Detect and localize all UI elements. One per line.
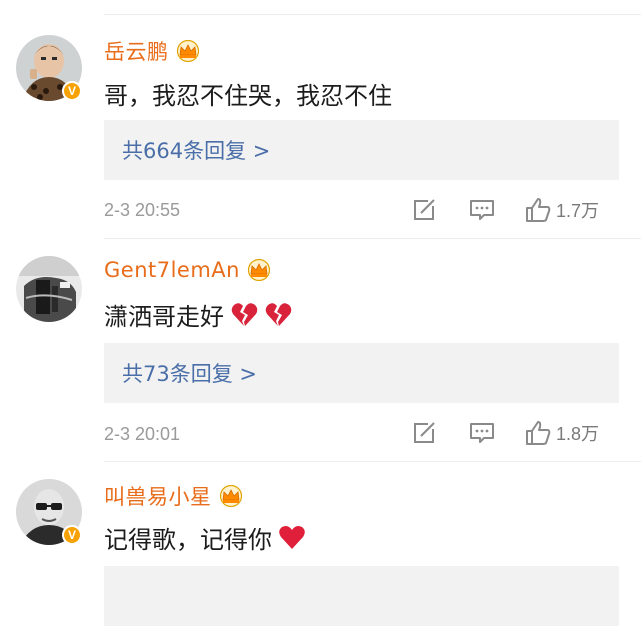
broken-heart-icon bbox=[231, 302, 258, 326]
comment-text-content: 哥，我忍不住哭，我忍不住 bbox=[104, 82, 392, 110]
comment-actions: 1.8万 bbox=[410, 419, 599, 447]
avatar-yueyunpeng[interactable]: V bbox=[16, 35, 82, 101]
share-icon[interactable] bbox=[410, 196, 438, 224]
crown-vip-icon[interactable] bbox=[175, 40, 201, 62]
username-row: 叫兽易小星 bbox=[104, 481, 244, 511]
username[interactable]: 岳云鹏 bbox=[104, 36, 169, 66]
crown-vip-icon[interactable] bbox=[246, 259, 272, 281]
like-icon[interactable] bbox=[524, 196, 552, 224]
reply-link[interactable] bbox=[104, 566, 619, 626]
comment-text: 哥，我忍不住哭，我忍不住 bbox=[104, 76, 392, 111]
reply-link[interactable]: 共73条回复 > bbox=[104, 343, 619, 403]
comment-icon[interactable] bbox=[468, 419, 496, 447]
comment-actions: 1.7万 bbox=[410, 196, 599, 224]
share-icon[interactable] bbox=[410, 419, 438, 447]
username-row: Gent7lemAn bbox=[104, 258, 272, 282]
like-count: 1.7万 bbox=[556, 201, 600, 221]
username[interactable]: Gent7lemAn bbox=[104, 258, 240, 282]
red-heart-icon bbox=[279, 525, 305, 549]
broken-heart-icon bbox=[265, 302, 292, 326]
reply-link[interactable]: 共664条回复 > bbox=[104, 120, 619, 180]
comment-divider bbox=[104, 461, 641, 462]
username-row: 岳云鹏 bbox=[104, 36, 201, 66]
username[interactable]: 叫兽易小星 bbox=[104, 481, 212, 511]
top-divider bbox=[104, 14, 641, 15]
comment-text-content: 记得歌，记得你 bbox=[104, 526, 272, 554]
reply-link-label[interactable]: 共664条回复 > bbox=[122, 135, 270, 165]
comment-text: 潇洒哥走好 bbox=[104, 297, 292, 332]
avatar-gent7leman[interactable] bbox=[16, 256, 82, 322]
crown-vip-icon[interactable] bbox=[218, 485, 244, 507]
timestamp: 2-3 20:01 bbox=[104, 424, 181, 444]
like-count: 1.8万 bbox=[556, 424, 600, 444]
comment-text: 记得歌，记得你 bbox=[104, 520, 306, 555]
comment-icon[interactable] bbox=[468, 196, 496, 224]
avatar-jiaoshou[interactable]: V bbox=[16, 479, 82, 545]
like-icon[interactable] bbox=[524, 419, 552, 447]
verified-badge-icon: V bbox=[62, 525, 82, 545]
comment-divider bbox=[104, 238, 641, 239]
reply-link-label[interactable]: 共73条回复 > bbox=[122, 358, 257, 388]
timestamp: 2-3 20:55 bbox=[104, 200, 181, 220]
verified-badge-icon: V bbox=[62, 81, 82, 101]
comment-text-content: 潇洒哥走好 bbox=[104, 303, 224, 331]
